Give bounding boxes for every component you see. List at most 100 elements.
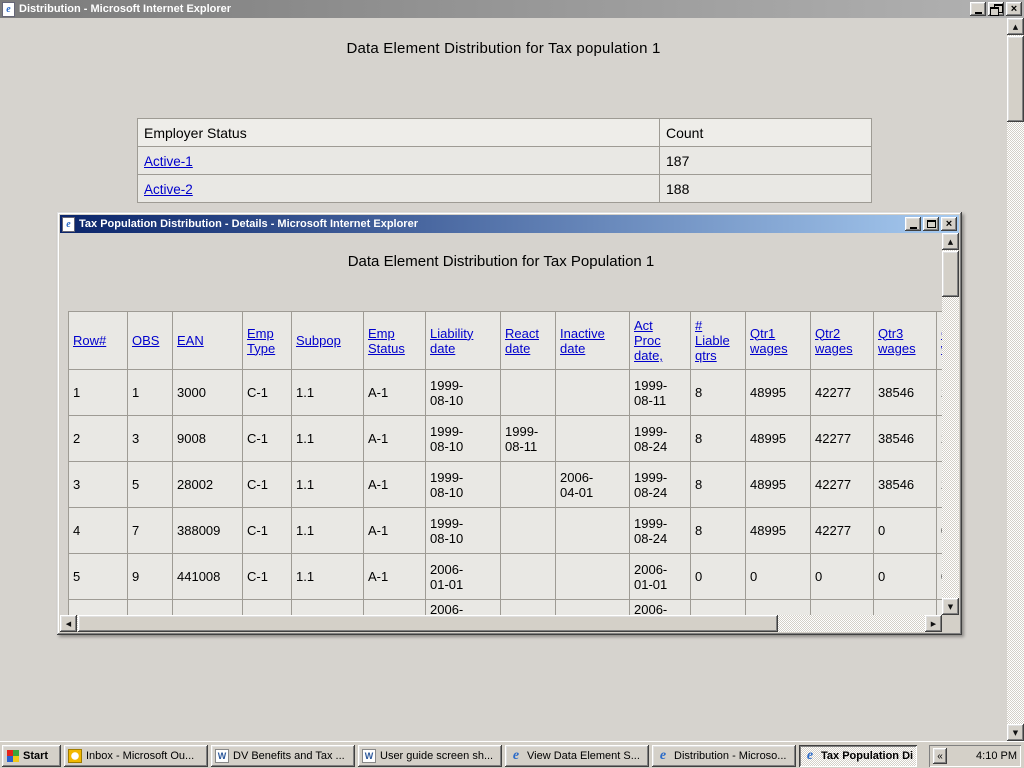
column-header: Emp Type bbox=[243, 312, 292, 370]
up-arrow-icon: ▲ bbox=[1013, 23, 1018, 31]
detail-page-heading: Data Element Distribution for Tax Popula… bbox=[60, 253, 942, 270]
column-sort-link[interactable]: Emp Status bbox=[368, 326, 405, 356]
column-header: Emp Status bbox=[364, 312, 426, 370]
detail-window: Tax Population Distribution - Details - … bbox=[57, 212, 962, 635]
column-sort-link[interactable]: Row# bbox=[73, 333, 106, 348]
minimize-icon bbox=[910, 227, 917, 229]
detail-window-titlebar[interactable]: Tax Population Distribution - Details - … bbox=[60, 215, 959, 233]
detail-window-content: Data Element Distribution for Tax Popula… bbox=[60, 233, 959, 632]
close-icon: × bbox=[946, 219, 952, 229]
summary-header-row: Employer Status Count bbox=[138, 119, 872, 147]
ie-icon bbox=[803, 749, 817, 763]
scroll-thumb[interactable] bbox=[78, 615, 778, 632]
task-label: Tax Population Dis... bbox=[821, 750, 913, 762]
ie-icon bbox=[656, 749, 670, 763]
detail-horizontal-scrollbar[interactable]: ◀ ▶ bbox=[60, 615, 942, 632]
column-sort-link[interactable]: Emp Type bbox=[247, 326, 275, 356]
maximize-icon bbox=[927, 220, 936, 228]
start-label: Start bbox=[23, 750, 48, 762]
employer-status-link[interactable]: Active-1 bbox=[144, 154, 193, 169]
scroll-down-button[interactable]: ▼ bbox=[1007, 724, 1024, 741]
word-icon bbox=[362, 749, 376, 763]
up-arrow-icon: ▲ bbox=[948, 238, 953, 246]
column-header: EAN bbox=[173, 312, 243, 370]
taskbar-task-button[interactable]: Distribution - Microso... bbox=[652, 745, 796, 767]
outer-window-controls: × bbox=[968, 2, 1022, 16]
outer-vertical-scrollbar[interactable]: ▲ ▼ bbox=[1007, 18, 1024, 741]
detail-row: 3 5 28002 C-1 1.1 A-1 1999- 08-10 2006- … bbox=[69, 462, 943, 508]
close-icon: × bbox=[1011, 4, 1017, 14]
detail-window-title: Tax Population Distribution - Details - … bbox=[79, 218, 418, 230]
down-arrow-icon: ▼ bbox=[1013, 729, 1018, 737]
scroll-thumb[interactable] bbox=[942, 251, 959, 297]
column-sort-link[interactable]: Act Proc date, bbox=[634, 318, 663, 363]
task-label: DV Benefits and Tax ... bbox=[233, 750, 345, 762]
taskbar-task-button[interactable]: User guide screen sh... bbox=[358, 745, 502, 767]
detail-window-controls: × bbox=[903, 217, 957, 231]
column-sort-link[interactable]: OBS bbox=[132, 333, 159, 348]
scroll-thumb[interactable] bbox=[1007, 36, 1024, 122]
scroll-up-button[interactable]: ▲ bbox=[1007, 18, 1024, 35]
detail-row: 2 3 9008 C-1 1.1 A-1 1999- 08-10 1999- 0… bbox=[69, 416, 943, 462]
taskbar-task-strip: Inbox - Microsoft Ou... DV Benefits and … bbox=[64, 745, 917, 767]
employer-status-link[interactable]: Active-2 bbox=[144, 182, 193, 197]
summary-col-employer-status: Employer Status bbox=[138, 119, 660, 147]
detail-header-row: Row# OBS EAN Emp Type Subpop Emp Status bbox=[69, 312, 943, 370]
left-arrow-icon: ◀ bbox=[66, 620, 71, 628]
scroll-left-button[interactable]: ◀ bbox=[60, 615, 77, 632]
summary-row: Active-1 187 bbox=[138, 147, 872, 175]
column-header: Qtr3 wages bbox=[874, 312, 937, 370]
outer-page-heading: Data Element Distribution for Tax popula… bbox=[0, 40, 1007, 57]
taskbar: Start Inbox - Microsoft Ou... DV Benefit… bbox=[0, 741, 1024, 768]
task-label: Inbox - Microsoft Ou... bbox=[86, 750, 194, 762]
taskbar-task-button[interactable]: Tax Population Dis... bbox=[799, 745, 917, 767]
taskbar-task-button[interactable]: Inbox - Microsoft Ou... bbox=[64, 745, 208, 767]
column-sort-link[interactable]: Subpop bbox=[296, 333, 341, 348]
taskbar-task-button[interactable]: DV Benefits and Tax ... bbox=[211, 745, 355, 767]
column-header: Subpop bbox=[292, 312, 364, 370]
summary-table: Employer Status Count Active-1 187 Activ… bbox=[137, 118, 872, 203]
scrollbar-corner bbox=[942, 615, 959, 632]
detail-row: 5 9 441008 C-1 1.1 A-1 2006- 01-01 2006-… bbox=[69, 554, 943, 600]
summary-row: Active-2 188 bbox=[138, 175, 872, 203]
scroll-down-button[interactable]: ▼ bbox=[942, 598, 959, 615]
tray-chevron-button[interactable]: « bbox=[933, 748, 947, 764]
task-label: Distribution - Microso... bbox=[674, 750, 786, 762]
column-header: Liability date bbox=[426, 312, 501, 370]
detail-vertical-scrollbar[interactable]: ▲ ▼ bbox=[942, 233, 959, 615]
down-arrow-icon: ▼ bbox=[948, 603, 953, 611]
start-button[interactable]: Start bbox=[2, 745, 61, 767]
windows-logo-icon bbox=[7, 750, 19, 762]
summary-col-count: Count bbox=[660, 119, 872, 147]
right-arrow-icon: ▶ bbox=[931, 620, 936, 628]
close-button[interactable]: × bbox=[941, 217, 957, 231]
outer-window-titlebar[interactable]: Distribution - Microsoft Internet Explor… bbox=[0, 0, 1024, 18]
column-sort-link[interactable]: React date bbox=[505, 326, 539, 356]
scroll-right-button[interactable]: ▶ bbox=[925, 615, 942, 632]
column-sort-link[interactable]: EAN bbox=[177, 333, 204, 348]
minimize-button[interactable] bbox=[905, 217, 921, 231]
system-tray: « 4:10 PM bbox=[929, 745, 1021, 767]
column-sort-link[interactable]: Qtr2 wages bbox=[815, 326, 853, 356]
column-sort-link[interactable]: # Liable qtrs bbox=[695, 318, 730, 363]
column-header: React date bbox=[501, 312, 556, 370]
minimize-icon bbox=[975, 12, 982, 14]
detail-row: 4 7 388009 C-1 1.1 A-1 1999- 08-10 1999-… bbox=[69, 508, 943, 554]
ie-icon bbox=[62, 217, 75, 232]
column-header: OBS bbox=[128, 312, 173, 370]
taskbar-task-button[interactable]: View Data Element S... bbox=[505, 745, 649, 767]
column-header: Qtr2 wages bbox=[811, 312, 874, 370]
ie-icon bbox=[509, 749, 523, 763]
column-sort-link[interactable]: Qtr3 wages bbox=[878, 326, 916, 356]
column-sort-link[interactable]: Inactive date bbox=[560, 326, 605, 356]
maximize-button[interactable] bbox=[923, 217, 939, 231]
minimize-button[interactable] bbox=[970, 2, 986, 16]
column-sort-link[interactable]: Qtr1 wages bbox=[750, 326, 788, 356]
count-cell: 188 bbox=[660, 175, 872, 203]
task-label: View Data Element S... bbox=[527, 750, 640, 762]
restore-button[interactable] bbox=[988, 2, 1004, 16]
close-button[interactable]: × bbox=[1006, 2, 1022, 16]
column-sort-link[interactable]: Liability date bbox=[430, 326, 473, 356]
scroll-up-button[interactable]: ▲ bbox=[942, 233, 959, 250]
column-header: Row# bbox=[69, 312, 128, 370]
